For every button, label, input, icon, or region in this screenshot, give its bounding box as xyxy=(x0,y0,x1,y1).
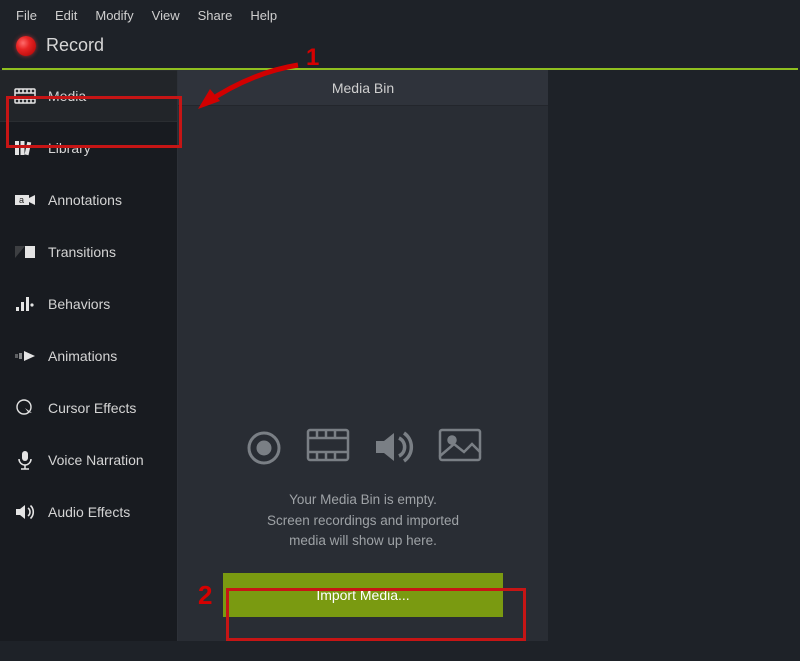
record-label: Record xyxy=(46,35,104,56)
record-button[interactable]: Record xyxy=(0,29,800,68)
sidebar-item-label: Behaviors xyxy=(48,296,110,312)
behaviors-icon xyxy=(14,294,36,314)
preview-area xyxy=(548,70,800,641)
main-area: Media Library a Annotations xyxy=(0,70,800,641)
content-pane: Media Bin xyxy=(178,70,800,641)
sidebar-item-media[interactable]: Media xyxy=(0,70,177,122)
cursor-icon xyxy=(14,398,36,418)
sidebar-item-voice-narration[interactable]: Voice Narration xyxy=(0,434,177,486)
animations-icon xyxy=(14,346,36,366)
speaker-icon xyxy=(14,502,36,522)
sidebar-item-label: Cursor Effects xyxy=(48,400,136,416)
media-bin-body: Your Media Bin is empty. Screen recordin… xyxy=(178,106,548,641)
empty-line-2: Screen recordings and imported xyxy=(267,511,459,531)
sidebar-item-label: Audio Effects xyxy=(48,504,130,520)
svg-text:a: a xyxy=(19,195,24,205)
film-icon xyxy=(306,428,350,468)
sidebar-item-cursor-effects[interactable]: Cursor Effects xyxy=(0,382,177,434)
sound-icon xyxy=(372,428,416,468)
sidebar-item-label: Voice Narration xyxy=(48,452,144,468)
transitions-icon xyxy=(14,242,36,262)
record-icon xyxy=(16,36,36,56)
import-media-button[interactable]: Import Media... xyxy=(223,573,503,617)
sidebar-item-audio-effects[interactable]: Audio Effects xyxy=(0,486,177,538)
menu-view[interactable]: View xyxy=(152,8,180,23)
media-bin-empty-text: Your Media Bin is empty. Screen recordin… xyxy=(267,490,459,551)
sidebar: Media Library a Annotations xyxy=(0,70,178,641)
sidebar-item-label: Media xyxy=(48,88,86,104)
sidebar-item-label: Transitions xyxy=(48,244,116,260)
menu-edit[interactable]: Edit xyxy=(55,8,77,23)
sidebar-item-library[interactable]: Library xyxy=(0,122,177,174)
media-bin-panel: Media Bin xyxy=(178,70,548,641)
microphone-icon xyxy=(14,450,36,470)
sidebar-item-annotations[interactable]: a Annotations xyxy=(0,174,177,226)
books-icon xyxy=(14,138,36,158)
sidebar-item-animations[interactable]: Animations xyxy=(0,330,177,382)
menu-file[interactable]: File xyxy=(16,8,37,23)
image-icon xyxy=(438,428,482,468)
film-icon xyxy=(14,86,36,106)
sidebar-item-label: Library xyxy=(48,140,91,156)
annotation-icon: a xyxy=(14,190,36,210)
sidebar-item-transitions[interactable]: Transitions xyxy=(0,226,177,278)
empty-line-3: media will show up here. xyxy=(267,531,459,551)
menu-bar: File Edit Modify View Share Help xyxy=(0,0,800,29)
sidebar-item-label: Animations xyxy=(48,348,117,364)
menu-share[interactable]: Share xyxy=(198,8,233,23)
record-circle-icon xyxy=(244,428,284,468)
sidebar-item-label: Annotations xyxy=(48,192,122,208)
media-type-icons xyxy=(244,428,482,468)
media-bin-title: Media Bin xyxy=(178,70,548,106)
menu-modify[interactable]: Modify xyxy=(95,8,133,23)
empty-line-1: Your Media Bin is empty. xyxy=(267,490,459,510)
menu-help[interactable]: Help xyxy=(250,8,277,23)
sidebar-item-behaviors[interactable]: Behaviors xyxy=(0,278,177,330)
